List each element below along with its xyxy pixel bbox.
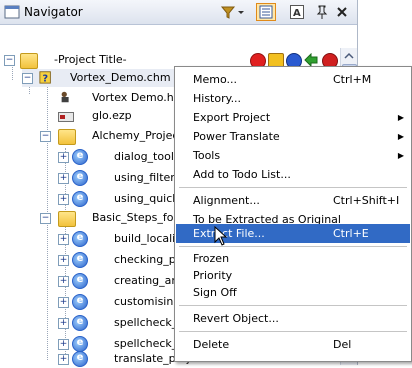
html-file-icon: e xyxy=(72,252,88,268)
ezp-file-icon xyxy=(58,112,74,122)
menu-item-label: Revert Object... xyxy=(193,312,279,325)
mouse-cursor-icon xyxy=(214,226,228,246)
expand-icon[interactable]: + xyxy=(58,194,69,205)
svg-text:A: A xyxy=(293,8,301,19)
menu-item-label: Power Translate xyxy=(193,130,280,143)
folder-icon xyxy=(58,211,76,227)
context-menu: Memo... Ctrl+M History... Export Project… xyxy=(174,66,412,362)
collapse-icon[interactable]: − xyxy=(4,55,15,66)
html-file-icon: e xyxy=(72,294,88,310)
tree-project-label: Vortex_Demo.chm xyxy=(70,71,171,84)
menu-item-label: History... xyxy=(193,92,242,105)
expand-icon[interactable]: + xyxy=(58,152,69,163)
menu-item-shortcut: Del xyxy=(333,338,352,351)
menu-item-label: Alignment... xyxy=(193,194,260,207)
menu-item-shortcut: Ctrl+M xyxy=(333,73,372,86)
menu-item-label: Add to Todo List... xyxy=(193,168,291,181)
menu-item-alignment[interactable]: Alignment... Ctrl+Shift+I xyxy=(176,191,410,210)
expand-icon[interactable]: + xyxy=(58,234,69,245)
submenu-arrow-icon: ▶ xyxy=(397,132,404,141)
filter-dropdown-arrow-icon[interactable] xyxy=(237,4,245,20)
item-label: using_filters xyxy=(114,171,181,184)
menu-item-shortcut: Ctrl+Shift+I xyxy=(333,194,400,207)
menu-separator xyxy=(179,246,407,247)
pin-icon[interactable] xyxy=(314,4,330,20)
menu-item-delete[interactable]: Delete Del xyxy=(176,335,410,354)
navigator-titlebar: Navigator A xyxy=(0,0,357,25)
menu-item-tools[interactable]: Tools ▶ xyxy=(176,146,410,165)
scroll-up-icon[interactable] xyxy=(343,50,355,62)
item-label: spellcheck_t xyxy=(114,316,182,329)
html-file-icon: e xyxy=(72,191,88,207)
menu-item-label: Extract File... xyxy=(193,227,265,240)
menu-item-label: Tools xyxy=(193,149,221,162)
html-file-icon: e xyxy=(72,170,88,186)
html-file-icon: e xyxy=(72,273,88,289)
expand-icon[interactable]: + xyxy=(58,173,69,184)
tree-root-label: -Project Title- xyxy=(54,53,127,66)
text-view-icon[interactable]: A xyxy=(289,4,305,20)
folder-icon xyxy=(20,53,38,69)
menu-item-history[interactable]: History... xyxy=(176,89,410,108)
navigator-toolbar xyxy=(0,25,357,69)
menu-item-add-to-todo[interactable]: Add to Todo List... xyxy=(176,165,410,184)
filter-icon[interactable] xyxy=(220,4,236,20)
folder-label: Alchemy_Project xyxy=(92,129,183,142)
menu-item-label: Sign Off xyxy=(193,286,237,299)
folder-icon xyxy=(58,129,76,145)
menu-item-power-translate[interactable]: Power Translate ▶ xyxy=(176,127,410,146)
expand-icon[interactable]: + xyxy=(58,339,69,350)
navigator-window-icon xyxy=(4,5,20,19)
svg-text:?: ? xyxy=(43,73,49,84)
navigator-title: Navigator xyxy=(24,5,83,19)
menu-item-label: Memo... xyxy=(193,73,237,86)
html-file-icon: e xyxy=(72,149,88,165)
menu-item-memo[interactable]: Memo... Ctrl+M xyxy=(176,70,410,89)
menu-item-label: Delete xyxy=(193,338,230,351)
html-file-icon: e xyxy=(72,231,88,247)
expand-icon[interactable]: + xyxy=(58,354,69,365)
close-icon[interactable] xyxy=(334,4,350,20)
tree-project[interactable]: − ? Vortex_Demo.chm xyxy=(22,69,182,87)
menu-item-export-project[interactable]: Export Project ▶ xyxy=(176,108,410,127)
collapse-icon[interactable]: − xyxy=(40,131,51,142)
menu-separator xyxy=(179,331,407,332)
expand-icon[interactable]: + xyxy=(58,276,69,287)
submenu-arrow-icon: ▶ xyxy=(397,151,404,160)
collapse-icon[interactable]: − xyxy=(40,213,51,224)
collapse-icon[interactable]: − xyxy=(22,73,33,84)
expand-icon[interactable]: + xyxy=(58,297,69,308)
html-file-icon: e xyxy=(72,315,88,331)
workshop-file-icon xyxy=(61,91,69,103)
expand-icon[interactable]: + xyxy=(58,255,69,266)
menu-item-extract-file[interactable]: Extract File... Ctrl+E xyxy=(176,224,410,243)
menu-item-sign-off[interactable]: Sign Off xyxy=(176,283,410,302)
menu-item-revert-object[interactable]: Revert Object... xyxy=(176,309,410,328)
menu-separator xyxy=(179,305,407,306)
folder-label: Basic_Steps_for_ xyxy=(92,211,184,224)
menu-item-label: Export Project xyxy=(193,111,271,124)
submenu-arrow-icon: ▶ xyxy=(397,113,404,122)
menu-item-shortcut: Ctrl+E xyxy=(333,227,369,240)
html-file-icon: e xyxy=(72,336,88,352)
expand-icon[interactable]: + xyxy=(58,318,69,329)
view-toggle-icon[interactable] xyxy=(256,3,276,21)
file-label: glo.ezp xyxy=(92,109,132,122)
menu-separator xyxy=(179,187,407,188)
project-help-icon: ? xyxy=(39,71,51,84)
